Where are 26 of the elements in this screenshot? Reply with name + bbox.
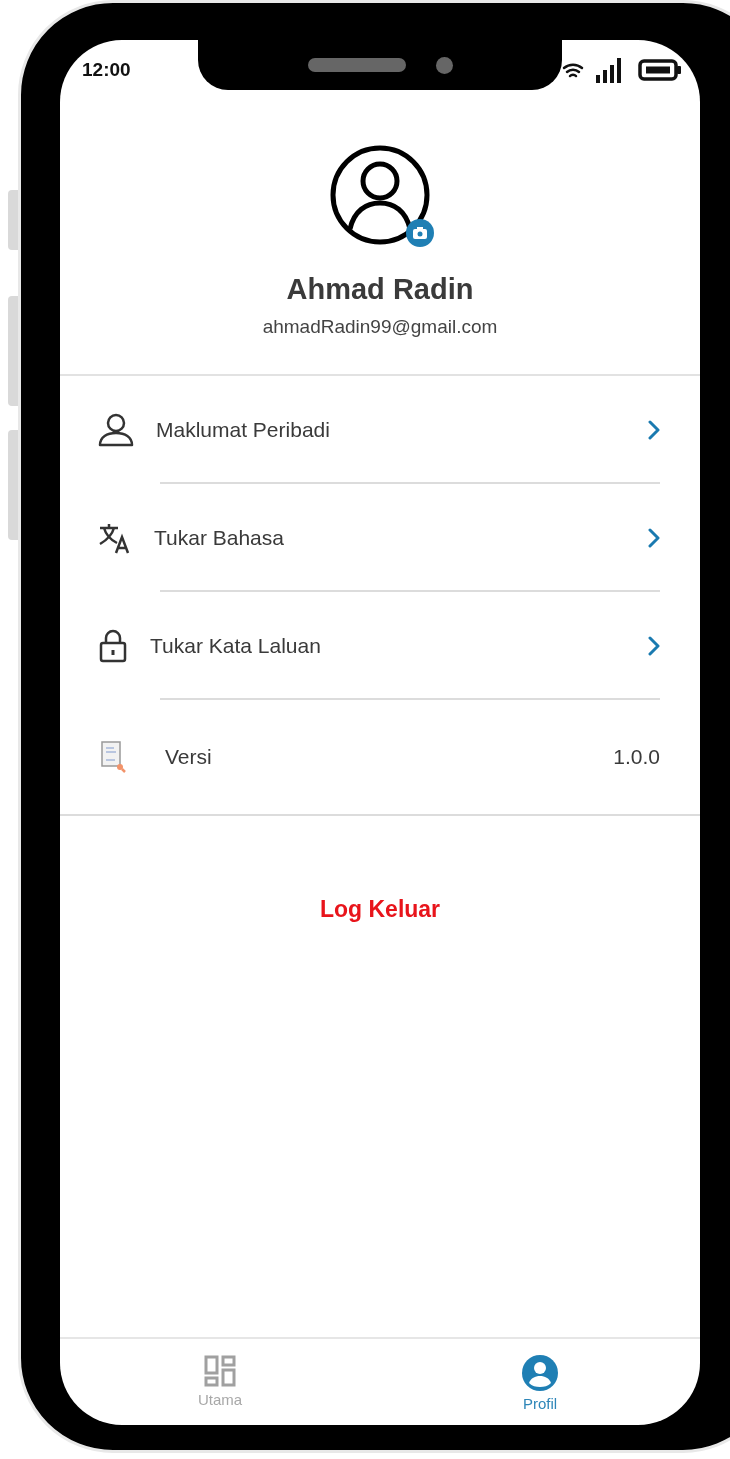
translate-icon xyxy=(98,522,132,554)
status-time: 12:00 xyxy=(82,59,131,81)
camera-icon[interactable] xyxy=(406,219,434,247)
menu-label: Tukar Bahasa xyxy=(154,526,285,550)
chevron-right-icon xyxy=(648,528,660,548)
menu-label: Tukar Kata Laluan xyxy=(150,634,322,658)
logout-button[interactable]: Log Keluar xyxy=(311,892,449,927)
menu-label: Maklumat Peribadi xyxy=(156,418,331,442)
nav-tab[interactable]: Profil xyxy=(380,1339,700,1425)
profile-name: Ahmad Radin xyxy=(286,273,474,306)
avatar-icon xyxy=(330,145,430,245)
person-icon xyxy=(98,413,134,447)
grid-icon xyxy=(204,1355,236,1387)
battery-icon xyxy=(638,59,682,81)
chevron-right-icon xyxy=(648,636,660,656)
chevron-right-icon xyxy=(648,420,660,440)
menu-item[interactable]: Tukar Bahasa xyxy=(60,484,700,592)
menu-label: Versi xyxy=(165,745,213,769)
front-camera xyxy=(435,56,453,74)
menu-item[interactable]: Maklumat Peribadi xyxy=(60,376,700,484)
lock-icon xyxy=(98,629,128,663)
menu-item[interactable]: Tukar Kata Laluan xyxy=(60,592,700,700)
profile-icon xyxy=(522,1355,558,1391)
version-value: 1.0.0 xyxy=(613,745,660,769)
profile-email: ahmadRadin99@gmail.com xyxy=(262,316,498,338)
document-search-icon xyxy=(98,740,128,774)
